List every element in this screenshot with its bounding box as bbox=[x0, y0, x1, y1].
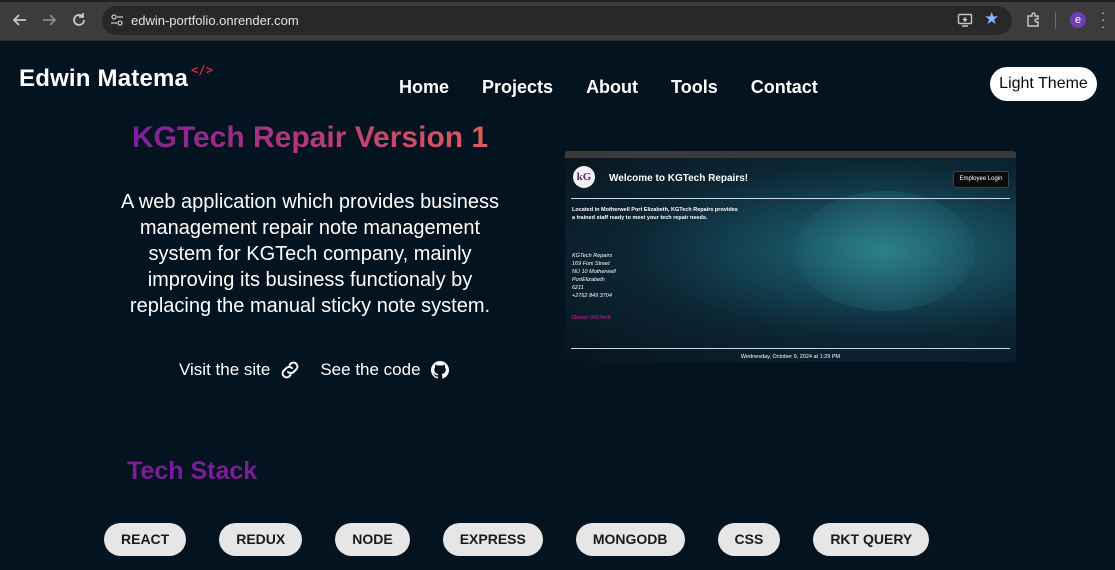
nav-tools[interactable]: Tools bbox=[671, 77, 718, 98]
reload-button[interactable] bbox=[68, 9, 90, 31]
preview-owner: Owner: KGTech bbox=[572, 315, 611, 321]
main-nav: Home Projects About Tools Contact bbox=[399, 77, 818, 98]
light-theme-button[interactable]: Light Theme bbox=[990, 67, 1097, 101]
nav-home[interactable]: Home bbox=[399, 77, 449, 98]
preview-divider-bottom bbox=[571, 348, 1010, 349]
github-icon bbox=[430, 361, 449, 379]
link-icon bbox=[282, 361, 299, 379]
url-text[interactable]: edwin-portfolio.onrender.com bbox=[131, 13, 299, 28]
address-bar[interactable]: edwin-portfolio.onrender.com ★ bbox=[102, 6, 1012, 35]
tech-pill: NODE bbox=[335, 523, 410, 556]
bookmark-star-icon[interactable]: ★ bbox=[984, 9, 999, 29]
profile-avatar[interactable]: e bbox=[1070, 12, 1086, 28]
tech-stack-title: Tech Stack bbox=[127, 457, 258, 485]
back-button[interactable] bbox=[9, 9, 31, 31]
project-description: A web application which provides busines… bbox=[121, 191, 499, 317]
see-code-label: See the code bbox=[320, 360, 421, 379]
nav-contact[interactable]: Contact bbox=[751, 77, 818, 98]
see-code-link[interactable]: See the code bbox=[320, 360, 449, 380]
preview-background-glow bbox=[795, 191, 975, 311]
preview-logo: kG bbox=[573, 166, 595, 188]
preview-address-line: KGTech Repairs bbox=[572, 253, 613, 259]
tech-pill: EXPRESS bbox=[442, 523, 543, 556]
preview-address-line: 6211 bbox=[572, 285, 584, 291]
tech-pill: CSS bbox=[717, 523, 781, 556]
preview-address: KGTech Repairs 169 Foni Street NU 10 Mot… bbox=[572, 252, 616, 300]
project-screenshot: kG Welcome to KGTech Repairs! Employee L… bbox=[565, 151, 1016, 362]
nav-about[interactable]: About bbox=[586, 77, 638, 98]
arrow-left-icon bbox=[12, 14, 26, 26]
arrow-right-icon bbox=[43, 14, 57, 26]
preview-browser-bar bbox=[565, 151, 1016, 158]
project-title: KGTech Repair Version 1 bbox=[120, 121, 500, 155]
preview-intro: Located in Motherwell Port Elizabeth, KG… bbox=[572, 207, 738, 221]
forward-button[interactable] bbox=[38, 9, 60, 31]
visit-site-link[interactable]: Visit the site bbox=[179, 360, 300, 380]
browser-toolbar: edwin-portfolio.onrender.com ★ e · · · bbox=[0, 0, 1115, 41]
tech-stack-list: REACT REDUX NODE EXPRESS MONGODB CSS RKT… bbox=[104, 523, 930, 556]
install-app-icon[interactable] bbox=[957, 12, 973, 28]
site-logo[interactable]: Edwin Matema </> bbox=[19, 63, 213, 93]
preview-address-line: NU 10 Motherwell bbox=[572, 269, 616, 275]
project-links: Visit the site See the code bbox=[179, 360, 449, 380]
tech-pill: RKT QUERY bbox=[813, 523, 930, 556]
preview-employee-login-button: Employee Login bbox=[953, 171, 1009, 188]
preview-date: Wednesday, October 9, 2024 at 1:29 PM bbox=[740, 354, 841, 360]
preview-address-line: +2762 849 3704 bbox=[572, 293, 612, 299]
logo-text: Edwin Matema bbox=[19, 65, 189, 92]
tech-pill: MONGODB bbox=[575, 523, 685, 556]
code-icon: </> bbox=[191, 63, 214, 77]
reload-icon bbox=[73, 13, 85, 26]
site-info-icon[interactable] bbox=[110, 13, 124, 27]
portfolio-page: Edwin Matema </> Home Projects About Too… bbox=[0, 41, 1115, 570]
extensions-icon[interactable] bbox=[1025, 11, 1043, 29]
preview-heading: Welcome to KGTech Repairs! bbox=[609, 173, 749, 184]
tech-pill: REDUX bbox=[219, 523, 303, 556]
preview-address-line: PortElizabeth bbox=[572, 277, 605, 283]
toolbar-divider bbox=[1055, 12, 1056, 29]
preview-address-line: 169 Foni Street bbox=[572, 261, 610, 267]
nav-projects[interactable]: Projects bbox=[482, 77, 553, 98]
tab-strip bbox=[0, 0, 1115, 2]
more-menu-icon[interactable]: · · · bbox=[1098, 5, 1108, 33]
preview-divider-top bbox=[571, 198, 1010, 199]
tech-pill: REACT bbox=[104, 523, 187, 556]
visit-site-label: Visit the site bbox=[179, 360, 271, 379]
